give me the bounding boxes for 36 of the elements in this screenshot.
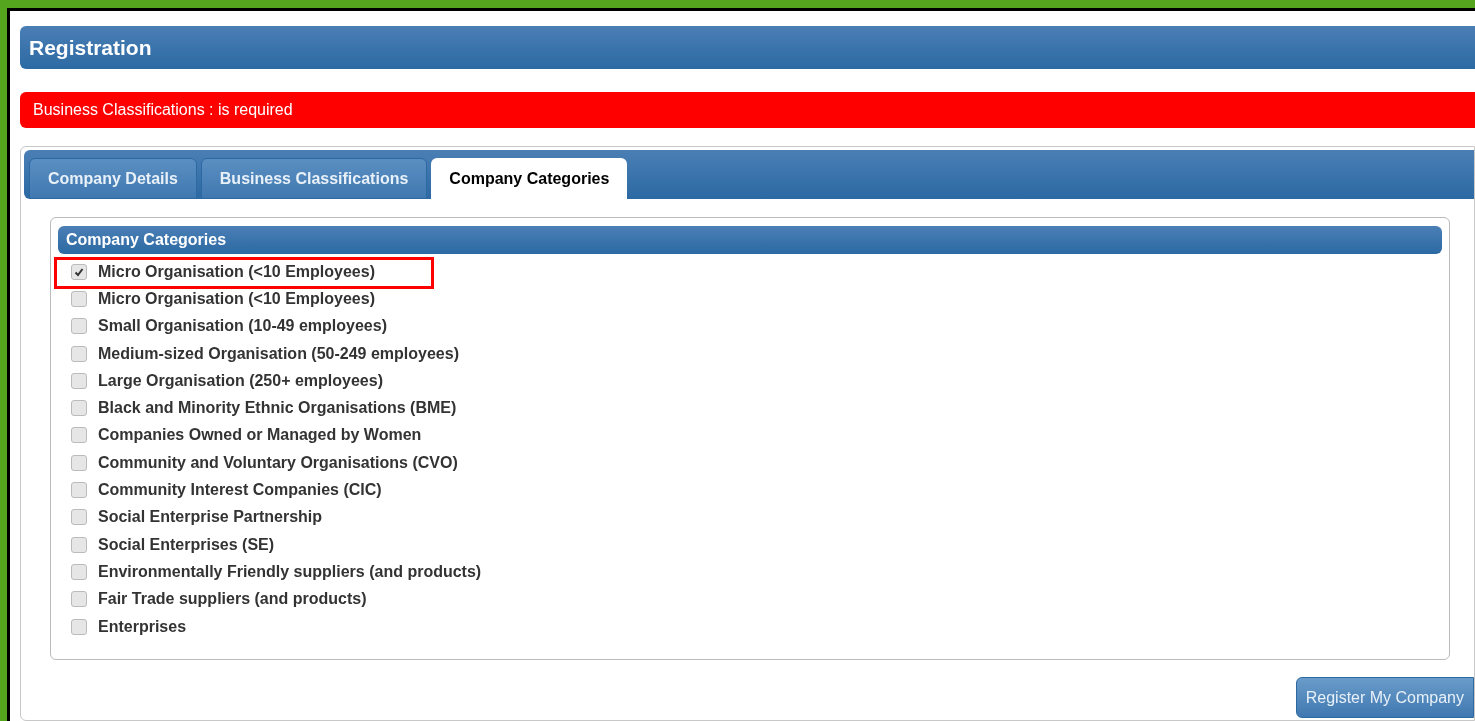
group-header: Company Categories [58, 226, 1442, 254]
checkbox[interactable] [71, 618, 87, 635]
tab[interactable]: Business Classifications [200, 158, 428, 199]
error-banner: Business Classifications : is required [20, 92, 1475, 128]
checkbox[interactable] [71, 427, 87, 444]
checkbox-label: Micro Organisation (<10 Employees) [98, 288, 375, 309]
checkbox[interactable] [71, 482, 87, 498]
checkbox[interactable] [71, 454, 87, 471]
checkbox[interactable] [71, 509, 87, 526]
checkbox-label: Medium-sized Organisation (50-249 employees) [98, 343, 459, 364]
checkbox-label: Social Enterprises (SE) [98, 534, 275, 555]
register-button[interactable]: Register My Company [1295, 677, 1474, 718]
checkbox[interactable] [71, 263, 87, 280]
checkbox-label: Black and Minority Ethnic Organisations (BME) [98, 398, 457, 419]
tab[interactable]: Company Categories [431, 158, 628, 199]
registration-header: Registration [20, 26, 1475, 69]
checkbox[interactable] [71, 318, 87, 335]
checkbox-label: Community Interest Companies (CIC) [98, 480, 382, 500]
checkbox-label: Fair Trade suppliers (and products) [98, 589, 367, 610]
checkbox[interactable] [71, 400, 87, 417]
checkbox-label: Environmentally Friendly suppliers (and products) [98, 561, 482, 582]
checkbox[interactable] [71, 372, 87, 389]
checkbox[interactable] [71, 290, 87, 307]
checkbox[interactable] [71, 345, 87, 362]
checkbox-label: Large Organisation (250+ employees) [98, 370, 383, 391]
checkbox-label: Companies Owned or Managed by Women [98, 425, 422, 446]
checkbox-label: Enterprises [98, 616, 187, 637]
checkbox-label: Social Enterprise Partnership [98, 507, 323, 528]
checkbox-label: Community and Voluntary Organisations (CVO) [98, 452, 458, 473]
tab[interactable]: Company Details [29, 158, 197, 199]
check-icon [74, 266, 84, 277]
checkbox[interactable] [71, 591, 87, 608]
checkbox-label: Small Organisation (10-49 employees) [98, 316, 387, 337]
checkbox[interactable] [71, 536, 87, 553]
checkbox[interactable] [71, 563, 87, 580]
checkbox-label: Micro Organisation (<10 Employees) [98, 261, 375, 282]
